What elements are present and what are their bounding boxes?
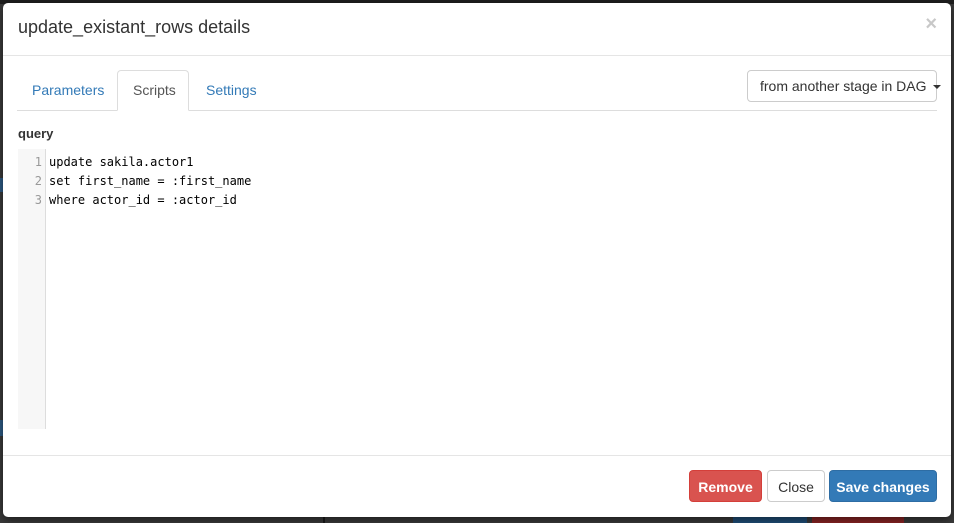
modal-title: update_existant_rows details	[18, 17, 251, 37]
code-line[interactable]: set first_name = :first_name	[49, 172, 251, 191]
tab-scripts[interactable]: Scripts	[117, 70, 189, 111]
tab-parameters[interactable]: Parameters	[17, 70, 115, 110]
close-button[interactable]: Close	[767, 470, 825, 502]
query-label: query	[18, 126, 54, 141]
query-code-editor[interactable]: 1 2 3 update sakila.actor1 set first_nam…	[18, 149, 938, 429]
modal-footer: Remove Close Save changes	[3, 455, 951, 517]
save-changes-button[interactable]: Save changes	[829, 470, 937, 502]
tab-settings[interactable]: Settings	[191, 70, 271, 110]
line-number-gutter: 1 2 3	[18, 149, 46, 429]
close-icon[interactable]: ×	[925, 14, 937, 34]
code-line[interactable]: where actor_id = :actor_id	[49, 191, 237, 210]
code-line[interactable]: update sakila.actor1	[49, 153, 194, 172]
caret-down-icon	[933, 85, 942, 90]
source-dropdown-label: from another stage in DAG	[760, 78, 927, 94]
line-number: 3	[34, 193, 42, 207]
stage-details-modal: update_existant_rows details × Parameter…	[3, 3, 951, 517]
remove-button[interactable]: Remove	[689, 470, 762, 502]
line-number: 1	[34, 155, 42, 169]
modal-header: update_existant_rows details ×	[3, 3, 951, 56]
source-dropdown-button[interactable]: from another stage in DAG	[747, 70, 942, 102]
line-number: 2	[34, 174, 42, 188]
